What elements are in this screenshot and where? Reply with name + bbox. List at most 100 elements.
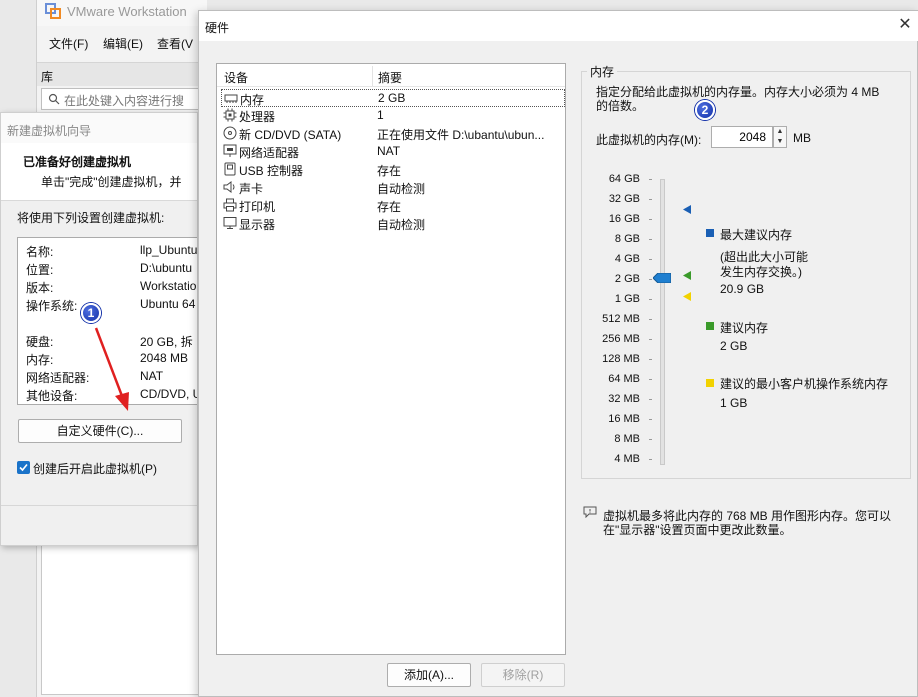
device-row-cd-dvd[interactable]: 新 CD/DVD (SATA) 正在使用文件 D:\ubantu\ubun... [221, 125, 565, 143]
device-summary: 自动检测 [377, 218, 426, 232]
library-label: 库 [41, 70, 54, 84]
scale-tick [649, 279, 652, 280]
summary-key: 位置: [26, 263, 54, 277]
wizard-header: 已准备好创建虚拟机 单击"完成"创建虚拟机，并 [1, 143, 197, 201]
scale-tick [649, 359, 652, 360]
scale-label: 8 GB [614, 233, 640, 245]
vmware-titlebar: VMware Workstation [37, 0, 207, 26]
customize-hardware-button[interactable]: 自定义硬件(C)... [18, 419, 182, 443]
scale-label: 16 GB [608, 213, 640, 225]
summary-key: 名称: [26, 245, 54, 259]
scale-label: 512 MB [602, 313, 640, 325]
sound-icon [223, 181, 235, 193]
wizard-intro: 将使用下列设置创建虚拟机: [17, 211, 165, 225]
device-row-printer[interactable]: 打印机 存在 [221, 197, 565, 215]
scale-label: 32 MB [608, 393, 640, 405]
scale-tick [649, 439, 652, 440]
device-list: 设备 摘要 内存 2 GB 处理器 1 新 CD/DVD (SATA) 正在使用… [216, 63, 566, 655]
power-on-checkbox[interactable] [17, 461, 30, 474]
column-header-device[interactable]: 设备 [224, 69, 248, 86]
cd-icon [223, 126, 237, 140]
summary-value: Ubuntu 64 [140, 297, 196, 311]
search-placeholder: 在此处键入内容进行搜 [64, 94, 185, 108]
device-row-memory[interactable]: 内存 2 GB [221, 89, 565, 107]
memory-field-label: 此虚拟机的内存(M): [596, 133, 702, 147]
library-header: 库 [37, 62, 207, 86]
device-summary: 1 [377, 108, 384, 122]
search-icon [48, 93, 60, 105]
max-recommended-swatch [706, 229, 714, 237]
network-icon [223, 144, 237, 157]
memory-slider-thumb[interactable] [653, 273, 671, 283]
checkmark-icon [19, 463, 28, 472]
device-row-network[interactable]: 网络适配器 NAT [221, 143, 565, 161]
memory-size-input[interactable] [711, 126, 773, 148]
device-row-display[interactable]: 显示器 自动检测 [221, 215, 565, 233]
scale-tick [649, 219, 652, 220]
memory-spinner[interactable]: ▲ ▼ [773, 126, 787, 148]
spin-up-icon[interactable]: ▲ [774, 127, 786, 137]
menu-file[interactable]: 文件(F) [49, 35, 88, 52]
summary-key: 版本: [26, 281, 54, 295]
recommended-swatch [706, 322, 714, 330]
column-separator[interactable] [372, 66, 373, 86]
max-recommended-marker-icon [683, 205, 691, 214]
library-tree-pane [41, 545, 201, 695]
recommended-value: 2 GB [720, 339, 748, 353]
close-icon[interactable]: ✕ [895, 15, 915, 35]
summary-key: 其他设备: [26, 389, 78, 403]
memory-description-cont: 的倍数。 [596, 99, 645, 113]
summary-key: 内存: [26, 353, 54, 367]
wizard-title: 新建虚拟机向导 [7, 124, 92, 138]
add-device-button[interactable]: 添加(A)... [387, 663, 471, 687]
vmware-title: VMware Workstation [67, 4, 187, 19]
summary-value: 2048 MB [140, 351, 189, 365]
device-name: 打印机 [239, 200, 276, 214]
remove-device-button[interactable]: 移除(R) [481, 663, 565, 687]
summary-key: 网络适配器: [26, 371, 90, 385]
memory-slider-track[interactable] [660, 179, 665, 465]
library-search-input[interactable]: 在此处键入内容进行搜 [41, 88, 201, 110]
device-name: 新 CD/DVD (SATA) [239, 128, 342, 142]
wizard-titlebar: 新建虚拟机向导 [1, 113, 197, 143]
column-header-summary[interactable]: 摘要 [378, 69, 402, 86]
summary-value: llp_Ubuntu [140, 243, 198, 257]
device-row-processor[interactable]: 处理器 1 [221, 107, 565, 125]
device-summary: 自动检测 [377, 182, 426, 196]
device-row-usb[interactable]: USB 控制器 存在 [221, 161, 565, 179]
min-guest-swatch [706, 379, 714, 387]
summary-key: 硬盘: [26, 335, 54, 349]
scale-label: 4 GB [614, 253, 640, 265]
device-row-sound[interactable]: 声卡 自动检测 [221, 179, 565, 197]
device-name: 声卡 [239, 182, 264, 196]
max-recommended-value: 20.9 GB [720, 282, 765, 296]
spin-down-icon[interactable]: ▼ [774, 137, 786, 147]
memory-group-title: 内存 [587, 63, 618, 80]
scale-label: 4 MB [614, 453, 640, 465]
menu-edit[interactable]: 编辑(E) [103, 35, 143, 52]
menu-view[interactable]: 查看(V [157, 35, 193, 52]
min-guest-marker-icon [683, 292, 691, 301]
scale-label: 128 MB [602, 353, 640, 365]
device-summary: 存在 [377, 200, 402, 214]
wizard-heading: 已准备好创建虚拟机 [23, 155, 132, 169]
cpu-icon [223, 108, 237, 122]
summary-value: Workstation [140, 279, 198, 293]
summary-value: 20 GB, 拆 [140, 335, 193, 349]
hardware-titlebar: 硬件 ✕ [199, 11, 918, 41]
summary-value: NAT [140, 369, 164, 383]
scale-tick [649, 179, 652, 180]
scale-tick [649, 239, 652, 240]
scale-label: 32 GB [608, 193, 640, 205]
recommended-marker-icon [683, 271, 691, 280]
device-summary: 存在 [377, 164, 402, 178]
scale-tick [649, 199, 652, 200]
scale-tick [649, 379, 652, 380]
wizard-footer-divider [1, 505, 197, 506]
hardware-dialog: 硬件 ✕ 设备 摘要 内存 2 GB 处理器 1 新 CD/DVD (SATA)… [198, 10, 918, 697]
power-on-label[interactable]: 创建后开启此虚拟机(P) [33, 460, 157, 477]
hardware-title: 硬件 [205, 21, 230, 35]
vmware-logo-icon [45, 3, 61, 19]
summary-value: CD/DVD, U [140, 387, 198, 401]
info-comment-icon [583, 506, 597, 518]
